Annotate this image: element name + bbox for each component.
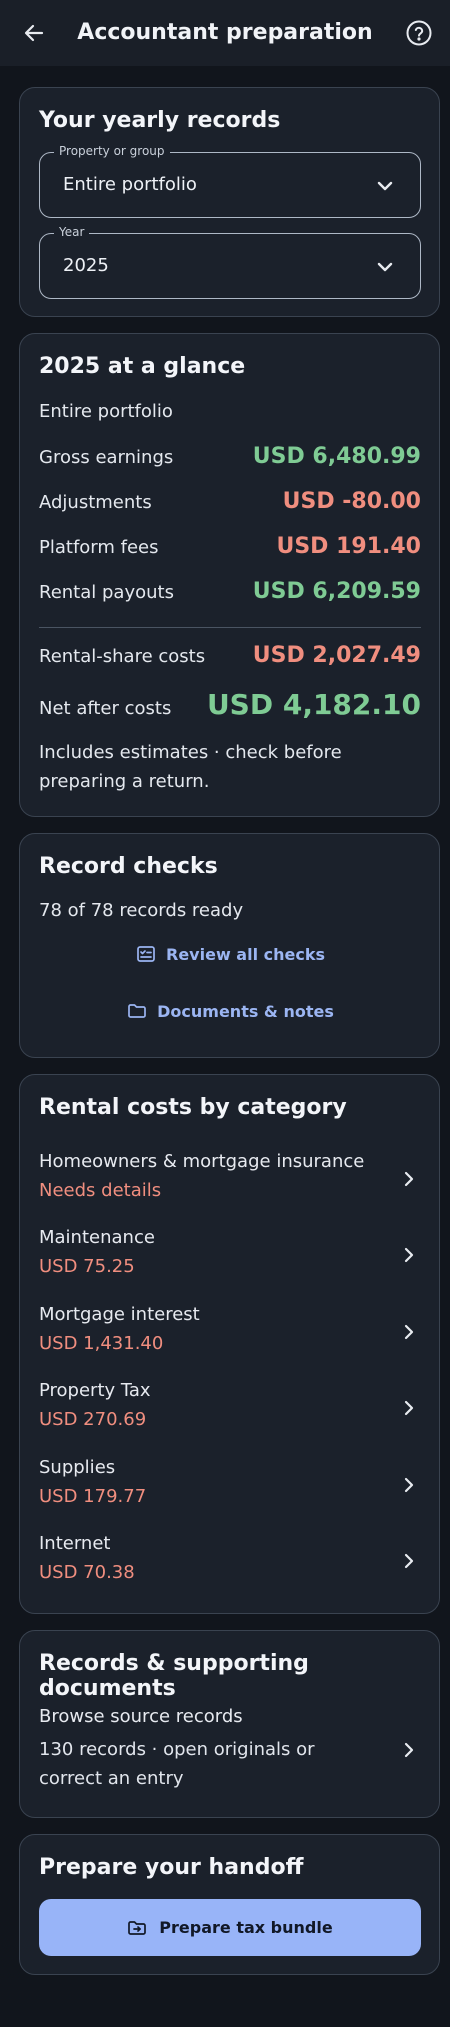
category-name: Internet bbox=[39, 1533, 111, 1554]
page-title: Accountant preparation bbox=[77, 20, 373, 45]
glance-row-label: Platform fees bbox=[39, 537, 159, 558]
costs-value: USD 2,027.49 bbox=[252, 643, 421, 668]
browse-records-name: Browse source records bbox=[39, 1706, 243, 1727]
glance-row-payouts: Rental payouts USD 6,209.59 bbox=[39, 579, 421, 604]
chevron-right-icon bbox=[404, 1247, 414, 1263]
year-select-label: Year bbox=[54, 225, 90, 239]
category-amount: USD 75.25 bbox=[39, 1256, 135, 1277]
category-name: Maintenance bbox=[39, 1227, 155, 1248]
records-docs-title: Records & supporting documents bbox=[39, 1651, 309, 1701]
yearly-records-card: Your yearly records Property or group En… bbox=[19, 87, 440, 317]
glance-row-gross: Gross earnings USD 6,480.99 bbox=[39, 444, 421, 469]
glance-row-value: USD -80.00 bbox=[282, 489, 421, 514]
property-select-label: Property or group bbox=[54, 144, 170, 158]
glance-row-label: Adjustments bbox=[39, 492, 152, 513]
glance-title: 2025 at a glance bbox=[39, 354, 246, 379]
category-name: Property Tax bbox=[39, 1380, 151, 1401]
estimates-note: Includes estimates · check before prepar… bbox=[39, 742, 342, 792]
review-all-checks-label: Review all checks bbox=[166, 944, 325, 964]
glance-row-net: Net after costs USD 4,182.10 bbox=[39, 688, 421, 721]
chevron-right-icon bbox=[404, 1742, 414, 1758]
record-checks-card: Record checks 78 of 78 records ready Rev… bbox=[19, 833, 440, 1058]
documents-notes-button[interactable]: Documents & notes bbox=[20, 1001, 441, 1021]
property-select[interactable]: Property or group Entire portfolio bbox=[39, 144, 421, 218]
records-docs-card: Records & supporting documents Browse so… bbox=[19, 1630, 440, 1818]
browse-records-desc: 130 records · open originals or correct … bbox=[39, 1739, 315, 1789]
category-row-maintenance[interactable]: Maintenance USD 75.25 bbox=[39, 1227, 421, 1291]
year-select-value: 2025 bbox=[63, 255, 109, 276]
browse-records-row[interactable]: Browse source records 130 records · open… bbox=[39, 1706, 421, 1796]
review-all-checks-button[interactable]: Review all checks bbox=[20, 944, 441, 964]
category-amount: USD 70.38 bbox=[39, 1562, 135, 1583]
chevron-right-icon bbox=[404, 1400, 414, 1416]
category-amount: Needs details bbox=[39, 1180, 162, 1201]
category-row-property-tax[interactable]: Property Tax USD 270.69 bbox=[39, 1380, 421, 1444]
net-label: Net after costs bbox=[39, 698, 172, 719]
glance-row-value: USD 6,480.99 bbox=[252, 444, 421, 469]
category-amount: USD 1,431.40 bbox=[39, 1333, 164, 1354]
net-value: USD 4,182.10 bbox=[206, 688, 421, 721]
help-button[interactable] bbox=[404, 18, 434, 48]
category-row-mortgage-interest[interactable]: Mortgage interest USD 1,431.40 bbox=[39, 1304, 421, 1368]
chevron-right-icon bbox=[404, 1553, 414, 1569]
category-name: Supplies bbox=[39, 1457, 116, 1478]
yearly-records-title: Your yearly records bbox=[39, 108, 281, 133]
prepare-tax-bundle-label: Prepare tax bundle bbox=[159, 1918, 333, 1937]
folder-export-icon bbox=[128, 1920, 147, 1935]
glance-row-costs: Rental-share costs USD 2,027.49 bbox=[39, 643, 421, 668]
glance-row-value: USD 191.40 bbox=[276, 534, 421, 559]
checklist-icon bbox=[137, 946, 155, 962]
costs-label: Rental-share costs bbox=[39, 646, 206, 667]
year-select[interactable]: Year 2025 bbox=[39, 225, 421, 299]
documents-notes-label: Documents & notes bbox=[157, 1001, 334, 1021]
glance-row-label: Rental payouts bbox=[39, 582, 174, 603]
rental-costs-card: Rental costs by category Homeowners & mo… bbox=[19, 1074, 440, 1614]
chevron-right-icon bbox=[404, 1477, 414, 1493]
app-bar: Accountant preparation bbox=[0, 0, 450, 66]
property-select-value: Entire portfolio bbox=[63, 174, 197, 195]
glance-row-label: Gross earnings bbox=[39, 447, 174, 468]
glance-card: 2025 at a glance Entire portfolio Gross … bbox=[19, 333, 440, 817]
category-row-insurance[interactable]: Homeowners & mortgage insurance Needs de… bbox=[39, 1151, 421, 1215]
glance-divider bbox=[39, 627, 421, 628]
handoff-card: Prepare your handoff Prepare tax bundle bbox=[19, 1834, 440, 1975]
chevron-right-icon bbox=[404, 1324, 414, 1340]
glance-row-adjustments: Adjustments USD -80.00 bbox=[39, 489, 421, 514]
category-name: Homeowners & mortgage insurance bbox=[39, 1151, 365, 1172]
chevron-right-icon bbox=[404, 1171, 414, 1187]
chevron-down-icon bbox=[377, 181, 393, 191]
glance-row-value: USD 6,209.59 bbox=[252, 579, 421, 604]
record-checks-title: Record checks bbox=[39, 854, 218, 879]
category-row-internet[interactable]: Internet USD 70.38 bbox=[39, 1533, 421, 1597]
category-name: Mortgage interest bbox=[39, 1304, 200, 1325]
handoff-title: Prepare your handoff bbox=[39, 1855, 304, 1880]
help-circle-icon bbox=[406, 20, 432, 46]
checks-status: 78 of 78 records ready bbox=[39, 900, 244, 921]
category-amount: USD 179.77 bbox=[39, 1486, 147, 1507]
glance-row-fees: Platform fees USD 191.40 bbox=[39, 534, 421, 559]
chevron-down-icon bbox=[377, 262, 393, 272]
prepare-tax-bundle-button[interactable]: Prepare tax bundle bbox=[39, 1899, 421, 1956]
glance-scope: Entire portfolio bbox=[39, 401, 173, 422]
category-amount: USD 270.69 bbox=[39, 1409, 147, 1430]
folder-icon bbox=[128, 1004, 146, 1018]
category-row-supplies[interactable]: Supplies USD 179.77 bbox=[39, 1457, 421, 1521]
rental-costs-title: Rental costs by category bbox=[39, 1095, 347, 1120]
